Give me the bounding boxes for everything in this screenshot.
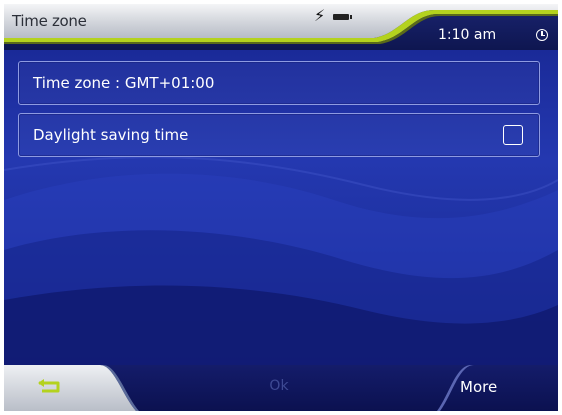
daylight-saving-label: Daylight saving time xyxy=(33,126,189,144)
back-arrow-icon xyxy=(38,379,60,393)
battery-icon xyxy=(333,14,352,20)
bottom-toolbar: Ok More xyxy=(4,365,558,411)
daylight-saving-checkbox[interactable] xyxy=(503,125,523,145)
ok-button-label: Ok xyxy=(269,378,289,394)
status-bar: Time zone ⚡ 1:10 am xyxy=(4,4,558,50)
timezone-label: Time zone : GMT+01:00 xyxy=(33,74,215,92)
more-button[interactable]: More xyxy=(424,365,558,411)
power-icon: ⚡ xyxy=(314,6,326,25)
window-title: Time zone xyxy=(12,12,87,30)
more-button-label: More xyxy=(460,378,498,396)
device-screen: Time zone ⚡ 1:10 am Time zone : GMT+01:0… xyxy=(4,4,558,411)
settings-panel: Time zone : GMT+01:00 Daylight saving ti… xyxy=(4,50,558,365)
timezone-setting-row[interactable]: Time zone : GMT+01:00 xyxy=(18,61,540,105)
clock-time: 1:10 am xyxy=(438,27,497,43)
back-button[interactable] xyxy=(4,365,124,411)
clock-icon xyxy=(536,29,548,41)
ok-button[interactable]: Ok xyxy=(234,365,324,411)
daylight-saving-row[interactable]: Daylight saving time xyxy=(18,113,540,157)
